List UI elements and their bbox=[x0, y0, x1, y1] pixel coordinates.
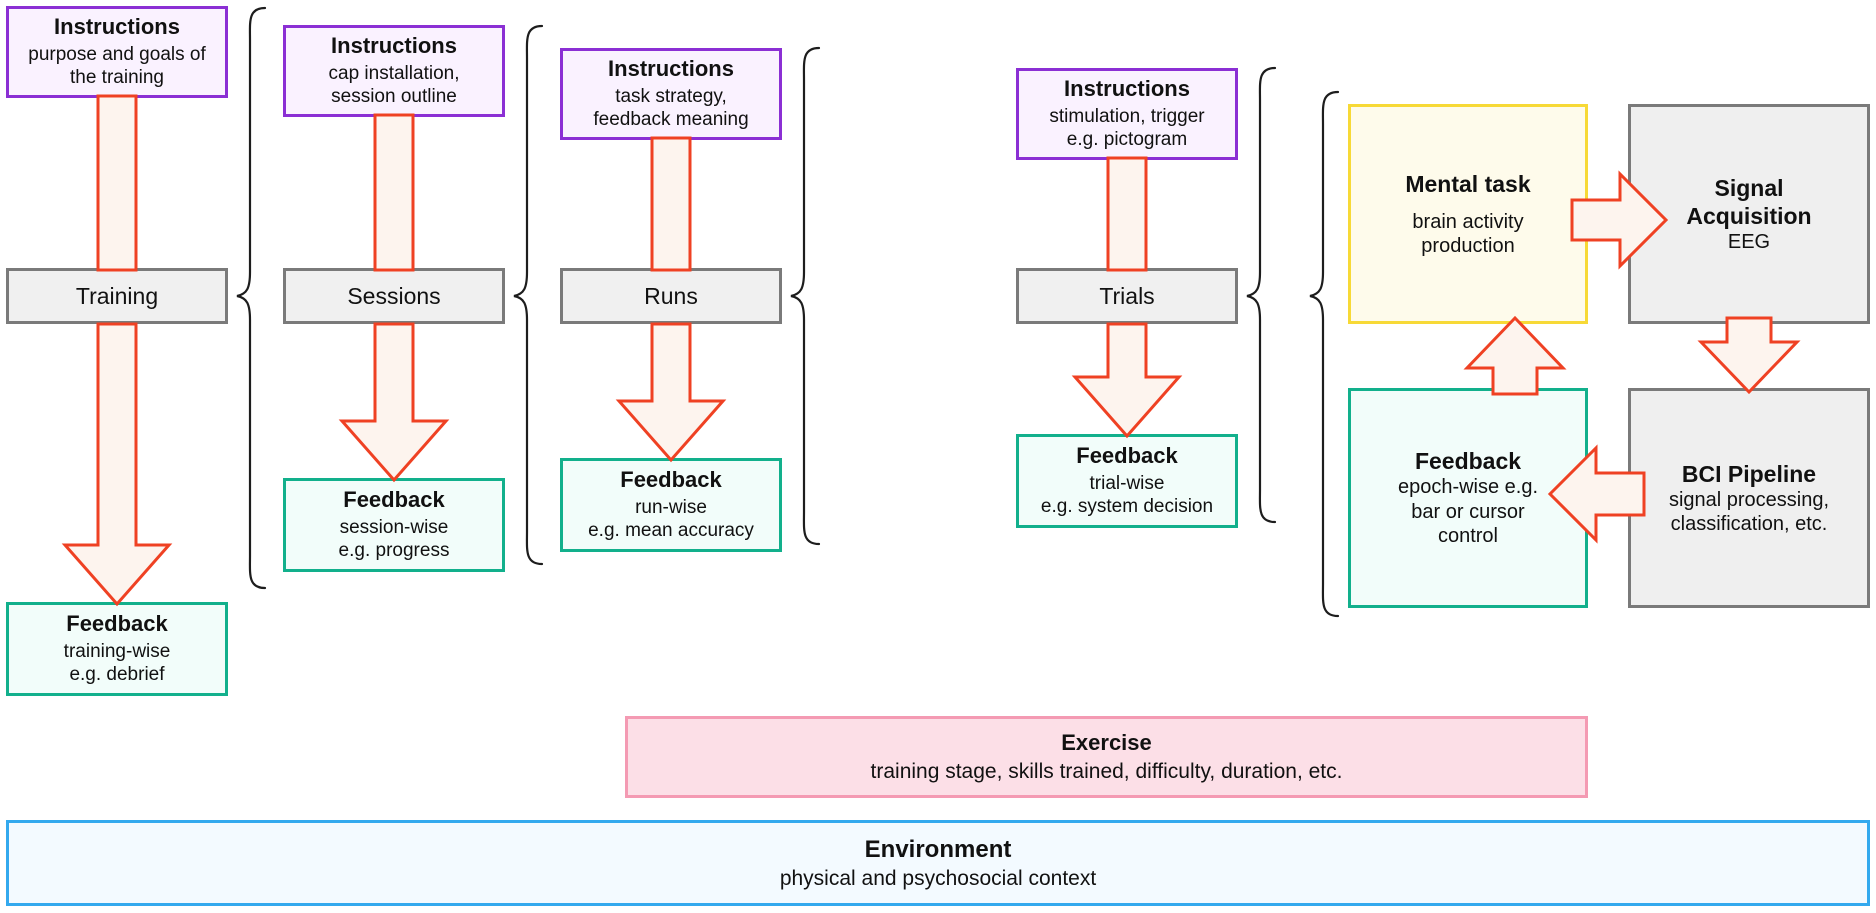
instructions-box-trials: Instructions stimulation, trigger e.g. p… bbox=[1016, 68, 1238, 160]
arrow-sessions-to-feedback bbox=[338, 322, 450, 483]
signal-acquisition-title: Signal Acquisition bbox=[1686, 174, 1812, 229]
diagram-canvas: Instructions purpose and goals of the tr… bbox=[0, 0, 1876, 913]
instructions-title-sessions: Instructions bbox=[331, 33, 457, 59]
feedback-box-training: Feedback training-wise e.g. debrief bbox=[6, 602, 228, 696]
stage-box-sessions: Sessions bbox=[283, 268, 505, 324]
stage-box-runs: Runs bbox=[560, 268, 782, 324]
feedback-sub-runs: run-wise e.g. mean accuracy bbox=[588, 497, 754, 542]
feedback-title-trials: Feedback bbox=[1076, 443, 1178, 469]
brace-sessions bbox=[513, 24, 544, 566]
feedback-title-training: Feedback bbox=[66, 611, 168, 637]
shaft-instructions-to-sessions bbox=[373, 113, 415, 272]
arrow-trials-to-feedback bbox=[1071, 322, 1183, 439]
stage-label-training: Training bbox=[75, 282, 159, 309]
feedback-sub-sessions: session-wise e.g. progress bbox=[338, 517, 450, 562]
instructions-sub-trials: stimulation, trigger e.g. pictogram bbox=[1049, 106, 1205, 151]
exercise-title: Exercise bbox=[1061, 729, 1152, 755]
brace-training bbox=[236, 6, 267, 590]
feedback-box-runs: Feedback run-wise e.g. mean accuracy bbox=[560, 458, 782, 552]
brace-loop-cluster bbox=[1309, 90, 1340, 618]
instructions-title-training: Instructions bbox=[54, 14, 180, 40]
instructions-title-runs: Instructions bbox=[608, 56, 734, 82]
instructions-box-training: Instructions purpose and goals of the tr… bbox=[6, 6, 228, 98]
bci-pipeline-box: BCI Pipeline signal processing, classifi… bbox=[1628, 388, 1870, 608]
stage-box-trials: Trials bbox=[1016, 268, 1238, 324]
arrow-acquisition-to-pipeline bbox=[1697, 316, 1801, 395]
feedback-box-trials: Feedback trial-wise e.g. system decision bbox=[1016, 434, 1238, 528]
environment-title: Environment bbox=[864, 835, 1012, 863]
stage-label-runs: Runs bbox=[644, 282, 698, 309]
loop-feedback-title: Feedback bbox=[1414, 448, 1522, 475]
environment-sub: physical and psychosocial context bbox=[779, 866, 1097, 890]
signal-acquisition-sub: EEG bbox=[1727, 230, 1771, 253]
bci-pipeline-sub: signal processing, classification, etc. bbox=[1668, 488, 1830, 536]
environment-banner: Environment physical and psychosocial co… bbox=[6, 820, 1870, 906]
brace-trials bbox=[1246, 66, 1277, 524]
loop-feedback-sub: epoch-wise e.g. bar or cursor control bbox=[1397, 476, 1539, 548]
arrow-feedback-to-mental bbox=[1463, 315, 1567, 396]
instructions-title-trials: Instructions bbox=[1064, 76, 1190, 102]
feedback-title-runs: Feedback bbox=[620, 467, 722, 493]
brace-runs bbox=[790, 46, 821, 546]
instructions-box-sessions: Instructions cap installation, session o… bbox=[283, 25, 505, 117]
loop-feedback-box: Feedback epoch-wise e.g. bar or cursor c… bbox=[1348, 388, 1588, 608]
instructions-sub-training: purpose and goals of the training bbox=[28, 44, 206, 89]
stage-box-training: Training bbox=[6, 268, 228, 324]
feedback-sub-training: training-wise e.g. debrief bbox=[63, 641, 171, 686]
arrow-training-to-feedback bbox=[61, 322, 173, 607]
instructions-box-runs: Instructions task strategy, feedback mea… bbox=[560, 48, 782, 140]
instructions-sub-sessions: cap installation, session outline bbox=[328, 63, 460, 108]
shaft-instructions-to-training bbox=[96, 94, 138, 272]
exercise-banner: Exercise training stage, skills trained,… bbox=[625, 716, 1588, 798]
bci-pipeline-title: BCI Pipeline bbox=[1681, 460, 1817, 487]
mental-task-box: Mental task brain activity production bbox=[1348, 104, 1588, 324]
arrow-runs-to-feedback bbox=[615, 322, 727, 463]
mental-task-sub: brain activity production bbox=[1412, 210, 1524, 258]
instructions-sub-runs: task strategy, feedback meaning bbox=[593, 86, 749, 131]
signal-acquisition-box: Signal Acquisition EEG bbox=[1628, 104, 1870, 324]
feedback-title-sessions: Feedback bbox=[343, 487, 445, 513]
feedback-sub-trials: trial-wise e.g. system decision bbox=[1040, 473, 1214, 518]
shaft-instructions-to-trials bbox=[1106, 156, 1148, 272]
mental-task-title: Mental task bbox=[1405, 170, 1531, 197]
feedback-box-sessions: Feedback session-wise e.g. progress bbox=[283, 478, 505, 572]
stage-label-trials: Trials bbox=[1099, 282, 1155, 309]
shaft-instructions-to-runs bbox=[650, 136, 692, 272]
exercise-sub: training stage, skills trained, difficul… bbox=[870, 759, 1343, 783]
stage-label-sessions: Sessions bbox=[347, 282, 441, 309]
